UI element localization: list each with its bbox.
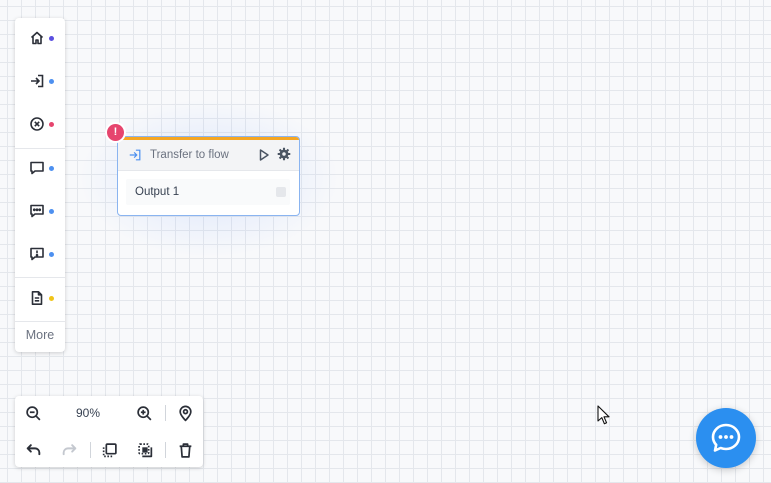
palette-item-end[interactable] (15, 109, 65, 139)
canvas-toolbar: 90% (15, 396, 203, 467)
paste-icon (137, 442, 152, 457)
zoom-out-icon (25, 405, 40, 420)
locate-button[interactable] (174, 402, 196, 424)
palette-item-alert[interactable] (15, 239, 65, 269)
home-icon (30, 31, 44, 45)
trash-icon (179, 442, 191, 458)
message-alert-icon (30, 247, 44, 261)
redo-icon (62, 443, 76, 455)
output-label: Output 1 (135, 186, 180, 198)
status-dot (49, 165, 54, 171)
zoom-level: 90% (75, 406, 101, 420)
close-circle-icon (30, 117, 44, 131)
redo-button[interactable] (58, 439, 80, 461)
play-icon[interactable] (258, 148, 270, 162)
transfer-icon (129, 149, 141, 161)
status-dot (49, 208, 54, 214)
undo-button[interactable] (22, 439, 44, 461)
palette-divider (15, 148, 65, 149)
location-pin-icon (178, 405, 192, 421)
status-dot (49, 35, 54, 41)
enter-flow-icon (31, 74, 44, 88)
delete-button[interactable] (174, 439, 196, 461)
node-output[interactable]: Output 1 (126, 179, 290, 205)
copy-icon (102, 442, 117, 457)
zoom-in-button[interactable] (133, 402, 155, 424)
toolbar-divider (165, 405, 166, 421)
palette-divider (15, 321, 65, 322)
flow-canvas[interactable]: More Transfer to flow Output 1 ! 90% (0, 0, 771, 483)
palette-item-typing[interactable] (15, 196, 65, 226)
output-port[interactable] (276, 187, 286, 197)
paste-button[interactable] (134, 439, 156, 461)
message-icon (30, 161, 44, 175)
chat-button[interactable] (696, 408, 756, 468)
status-dot (49, 295, 54, 301)
chat-icon (711, 423, 741, 452)
palette-divider (15, 277, 65, 278)
message-dots-icon (30, 204, 44, 218)
status-dot (49, 121, 54, 127)
status-dot (49, 78, 54, 84)
node-header[interactable]: Transfer to flow (118, 140, 299, 171)
palette-item-transfer[interactable] (15, 66, 65, 96)
node-title: Transfer to flow (150, 149, 229, 161)
undo-icon (26, 443, 40, 455)
zoom-in-icon (136, 405, 151, 420)
zoom-out-button[interactable] (22, 402, 44, 424)
palette-item-document[interactable] (15, 283, 65, 313)
status-dot (49, 251, 54, 257)
toolbar-divider (90, 442, 91, 458)
palette-item-message[interactable] (15, 153, 65, 183)
gear-icon[interactable] (277, 147, 291, 161)
copy-button[interactable] (98, 439, 120, 461)
document-icon (31, 291, 43, 305)
block-palette: More (15, 18, 65, 352)
palette-item-start[interactable] (15, 23, 65, 53)
toolbar-divider (165, 442, 166, 458)
palette-more-button[interactable]: More (15, 324, 65, 346)
transfer-to-flow-node[interactable]: Transfer to flow Output 1 (117, 136, 300, 216)
error-badge[interactable]: ! (107, 124, 124, 141)
mouse-cursor-icon (597, 405, 610, 425)
